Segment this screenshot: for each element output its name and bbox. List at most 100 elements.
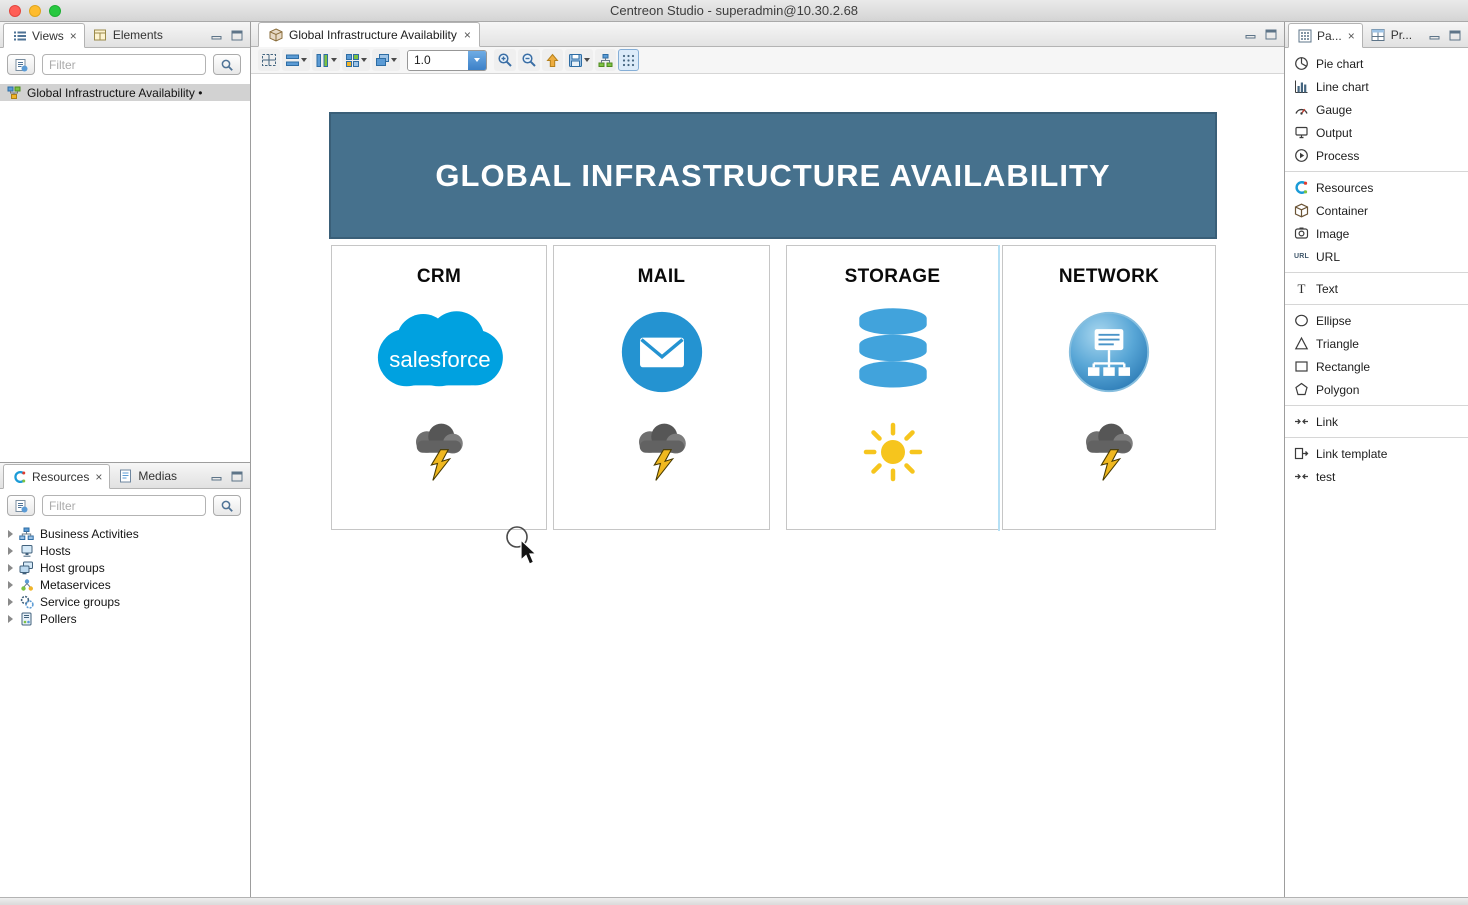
tab-views[interactable]: Views × <box>3 23 85 48</box>
tab-properties[interactable]: Pr... <box>1363 22 1419 47</box>
card-mail[interactable]: MAIL <box>553 245 770 530</box>
minimize-button[interactable] <box>1244 28 1258 40</box>
card-network[interactable]: NETWORK <box>1002 245 1216 530</box>
palette-item-label: test <box>1316 470 1335 484</box>
minimize-button[interactable] <box>210 470 224 482</box>
fullscreen-window-button[interactable] <box>49 5 61 17</box>
resources-search-button[interactable] <box>213 495 241 516</box>
centreon-icon <box>11 469 28 484</box>
zoom-dropdown-button[interactable] <box>468 50 486 71</box>
tree-item-view[interactable]: Global Infrastructure Availability • <box>0 84 250 101</box>
chevron-right-icon[interactable] <box>8 547 13 555</box>
tree-item-service-groups[interactable]: Service groups <box>0 593 250 610</box>
window-title: Centreon Studio - superadmin@10.30.2.68 <box>0 3 1468 18</box>
palette-item-output[interactable]: Output <box>1285 121 1468 144</box>
panel-window-buttons <box>210 470 250 488</box>
maximize-button[interactable] <box>230 470 244 482</box>
close-icon[interactable]: × <box>464 29 471 41</box>
align-columns-button[interactable] <box>312 49 340 71</box>
new-resource-button[interactable] <box>7 495 35 516</box>
navigate-up-button[interactable] <box>542 49 563 71</box>
minimize-button[interactable] <box>1428 29 1442 41</box>
chevron-right-icon[interactable] <box>8 615 13 623</box>
palette-item-label: Output <box>1316 126 1352 140</box>
grid-toggle-button[interactable] <box>618 49 639 71</box>
tree-item-hosts[interactable]: Hosts <box>0 542 250 559</box>
new-view-button[interactable] <box>7 54 35 75</box>
minimize-button[interactable] <box>210 29 224 41</box>
palette-item-resources[interactable]: Resources <box>1285 176 1468 199</box>
palette-item-pie-chart[interactable]: Pie chart <box>1285 52 1468 75</box>
chevron-right-icon[interactable] <box>8 598 13 606</box>
zoom-level-combo[interactable] <box>407 50 487 71</box>
tab-medias[interactable]: Medias <box>110 463 184 488</box>
close-icon[interactable]: × <box>1348 30 1355 42</box>
palette-item-link-template[interactable]: Link template <box>1285 442 1468 465</box>
palette-item-triangle[interactable]: Triangle <box>1285 332 1468 355</box>
tree-item-host-groups[interactable]: Host groups <box>0 559 250 576</box>
palette-item-url[interactable]: URL URL <box>1285 245 1468 268</box>
maximize-button[interactable] <box>1264 28 1278 40</box>
views-search-button[interactable] <box>213 54 241 75</box>
palette-item-rectangle[interactable]: Rectangle <box>1285 355 1468 378</box>
maximize-button[interactable] <box>230 29 244 41</box>
palette-item-container[interactable]: Container <box>1285 199 1468 222</box>
outline-button[interactable] <box>595 49 616 71</box>
tree-item-pollers[interactable]: Pollers <box>0 610 250 627</box>
palette-item-line-chart[interactable]: Line chart <box>1285 75 1468 98</box>
salesforce-logo-icon: salesforce <box>332 296 546 408</box>
palette-items: Pie chart Line chart Gauge <box>1285 48 1468 897</box>
zoom-level-input[interactable] <box>408 51 468 70</box>
layout-cascade-button[interactable] <box>372 49 400 71</box>
chevron-down-icon <box>331 58 337 62</box>
export-image-button[interactable] <box>565 49 593 71</box>
select-tool-button[interactable] <box>258 49 280 71</box>
link-icon <box>1293 468 1310 485</box>
minimize-window-button[interactable] <box>29 5 41 17</box>
palette-item-link[interactable]: Link <box>1285 410 1468 433</box>
zoom-out-button[interactable] <box>518 49 540 71</box>
tab-label: Pa... <box>1317 29 1342 43</box>
chevron-right-icon[interactable] <box>8 581 13 589</box>
card-label: NETWORK <box>1003 266 1215 288</box>
process-icon <box>1293 147 1310 164</box>
sunny-status-icon <box>787 416 998 488</box>
tab-elements[interactable]: Elements <box>85 22 170 47</box>
maximize-button[interactable] <box>1448 29 1462 41</box>
zoom-in-button[interactable] <box>494 49 516 71</box>
palette-item-ellipse[interactable]: Ellipse <box>1285 309 1468 332</box>
close-window-button[interactable] <box>9 5 21 17</box>
layout-grid-button[interactable] <box>342 49 370 71</box>
tree-item-business-activities[interactable]: Business Activities <box>0 525 250 542</box>
properties-table-icon <box>1370 27 1387 42</box>
palette-item-polygon[interactable]: Polygon <box>1285 378 1468 401</box>
editor-area: Global Infrastructure Availability × <box>251 22 1285 897</box>
chevron-down-icon <box>301 58 307 62</box>
palette-item-process[interactable]: Process <box>1285 144 1468 167</box>
marquee-grid-icon <box>261 52 277 68</box>
editor-tab-gia[interactable]: Global Infrastructure Availability × <box>258 22 480 47</box>
zoom-out-icon <box>521 52 537 68</box>
diagram-title-box[interactable]: GLOBAL INFRASTRUCTURE AVAILABILITY <box>329 112 1217 239</box>
palette-item-text[interactable]: T Text <box>1285 277 1468 300</box>
views-toolbar <box>0 48 250 81</box>
diagram-canvas[interactable]: GLOBAL INFRASTRUCTURE AVAILABILITY CRM <box>251 74 1284 897</box>
chevron-right-icon[interactable] <box>8 564 13 572</box>
tree-item-metaservices[interactable]: Metaservices <box>0 576 250 593</box>
tab-resources[interactable]: Resources × <box>3 464 110 489</box>
tree-item-label: Pollers <box>40 612 77 626</box>
palette-item-gauge[interactable]: Gauge <box>1285 98 1468 121</box>
card-storage[interactable]: STORAGE <box>786 245 999 530</box>
resources-filter-input[interactable] <box>42 495 206 516</box>
align-rows-button[interactable] <box>282 49 310 71</box>
close-icon[interactable]: × <box>70 30 77 42</box>
tab-palette[interactable]: Pa... × <box>1288 23 1363 48</box>
palette-item-test[interactable]: test <box>1285 465 1468 488</box>
tab-label: Pr... <box>1391 28 1412 42</box>
views-filter-input[interactable] <box>42 54 206 75</box>
card-crm[interactable]: CRM salesforce <box>331 245 547 530</box>
palette-item-label: Ellipse <box>1316 314 1351 328</box>
chevron-right-icon[interactable] <box>8 530 13 538</box>
palette-item-image[interactable]: Image <box>1285 222 1468 245</box>
close-icon[interactable]: × <box>95 471 102 483</box>
